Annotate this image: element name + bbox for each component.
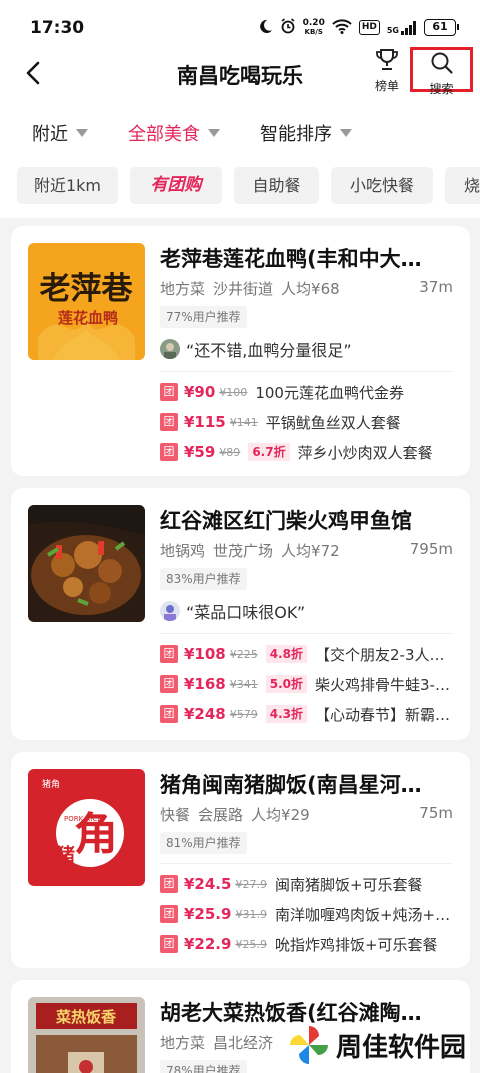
restaurant-card[interactable]: 猪角 角 猪 PORK RICE 猪角闽南猪脚饭(南昌星河… 快餐 会展路 人均¥2… [11, 752, 470, 968]
caret-down-icon [340, 129, 352, 137]
recommend-badge: 78%用户推荐 [160, 1060, 247, 1073]
restaurant-name: 红谷滩区红门柴火鸡甲鱼馆 [160, 509, 412, 533]
net-speed: 0.20 KB/S [302, 17, 325, 36]
battery-icon: 61 [424, 19, 459, 36]
signal-icon: 5G [387, 20, 417, 35]
recommend-badge: 77%用户推荐 [160, 306, 247, 328]
restaurant-distance: 795m [409, 540, 453, 558]
recommend-badge: 81%用户推荐 [160, 832, 247, 854]
review-text: “菜品口味很OK” [186, 603, 306, 622]
watermark: 周佳软件园 [288, 1024, 466, 1066]
filter-nearby[interactable]: 附近 [32, 120, 88, 146]
search-icon [431, 52, 453, 74]
review-text: “还不错,血鸭分量很足” [186, 341, 352, 360]
deal-row[interactable]: 团 ¥90 ¥100 100元莲花血鸭代金券 [160, 381, 456, 403]
pinwheel-logo-icon [290, 1026, 328, 1064]
deal-row[interactable]: 团 ¥22.9 ¥25.9 吮指炸鸡排饭+可乐套餐 [160, 933, 456, 955]
wifi-icon [332, 18, 352, 37]
recommend-badge: 83%用户推荐 [160, 568, 247, 590]
divider [160, 863, 453, 864]
deal-row[interactable]: 团 ¥115 ¥141 平锅鱿鱼丝双人套餐 [160, 411, 456, 433]
trophy-icon [376, 49, 398, 70]
filter-bar: 附近 全部美食 智能排序 [0, 100, 480, 160]
page-title: 南昌吃喝玩乐 [177, 64, 303, 88]
restaurant-photo [28, 505, 145, 622]
restaurant-logo: 猪角 角 猪 PORK RICE [28, 769, 145, 886]
deal-row[interactable]: 团 ¥24.5 ¥27.9 闽南猪脚饭+可乐套餐 [160, 873, 456, 895]
restaurant-meta: 地锅鸡 世茂广场 人均¥72 [160, 542, 340, 560]
chip-bbq[interactable]: 烧烤 [445, 167, 480, 204]
restaurant-distance: 75m [419, 804, 453, 822]
deal-row[interactable]: 团 ¥25.9 ¥31.9 南洋咖喱鸡肉饭+炖汤+可… [160, 903, 456, 925]
deal-row[interactable]: 团¥108¥2254.8折【交个朋友2-3人餐】… [160, 643, 456, 665]
svg-text:老萍巷: 老萍巷 [40, 271, 133, 307]
restaurant-meta: 快餐 会展路 人均¥29 [160, 806, 310, 824]
chip-buffet[interactable]: 自助餐 [234, 167, 319, 204]
filter-nearby-label: 附近 [32, 124, 68, 145]
quick-filter-chips: 附近1km 有团购 自助餐 小吃快餐 烧烤 [0, 160, 480, 218]
deal-row[interactable]: 团¥168¥3415.0折柴火鸡排骨牛蛙3-4人… [160, 673, 456, 695]
alarm-icon [280, 18, 296, 37]
filter-smart-sort[interactable]: 智能排序 [260, 120, 352, 146]
restaurant-meta: 地方菜 沙井街道 人均¥68 [160, 280, 340, 298]
chip-nearby-1km[interactable]: 附近1km [17, 167, 118, 204]
avatar [160, 339, 180, 359]
status-time: 17:30 [30, 18, 85, 38]
status-bar: 17:30 0.20 KB/S HD 5G 61 [0, 0, 480, 52]
restaurant-name: 老萍巷莲花血鸭(丰和中大… [160, 247, 422, 271]
filter-smart-sort-label: 智能排序 [260, 124, 332, 145]
restaurant-meta: 地方菜 昌北经济 [160, 1034, 274, 1052]
avatar [160, 601, 180, 621]
caret-down-icon [208, 129, 220, 137]
rank-label: 榜单 [374, 79, 399, 93]
filter-all-food-label: 全部美食 [128, 124, 200, 145]
svg-text:莲花血鸭: 莲花血鸭 [58, 309, 118, 327]
svg-text:菜热饭香: 菜热饭香 [55, 1008, 116, 1026]
restaurant-card[interactable]: 老萍巷 莲花血鸭 老萍巷莲花血鸭(丰和中大… 地方菜 沙井街道 人均¥68 37m … [11, 226, 470, 476]
restaurant-card[interactable]: 红谷滩区红门柴火鸡甲鱼馆 地锅鸡 世茂广场 人均¥72 795m 83%用户推荐 “… [11, 488, 470, 740]
restaurant-logo: 老萍巷 莲花血鸭 [28, 243, 145, 360]
restaurant-name: 胡老大菜热饭香(红谷滩陶… [160, 1001, 422, 1025]
watermark-text: 周佳软件园 [336, 1032, 467, 1063]
filter-all-food[interactable]: 全部美食 [128, 120, 220, 146]
chip-group-buy[interactable]: 有团购 [130, 167, 222, 204]
hd-badge: HD [358, 20, 380, 35]
caret-down-icon [76, 129, 88, 137]
restaurant-name: 猪角闽南猪脚饭(南昌星河… [160, 773, 422, 797]
svg-text:猪角: 猪角 [42, 778, 60, 790]
status-icons: 0.20 KB/S HD 5G 61 [258, 17, 459, 37]
svg-text:PORK RICE: PORK RICE [64, 815, 102, 823]
divider [160, 371, 453, 372]
divider [160, 633, 453, 634]
review-snippet: “还不错,血鸭分量很足” [160, 337, 352, 361]
deal-row[interactable]: 团 ¥248 ¥579 4.3折 【心动春节】新霸王… [160, 703, 456, 725]
search-button[interactable]: 搜索 [410, 47, 473, 96]
review-snippet: “菜品口味很OK” [160, 599, 305, 623]
svg-text:猪: 猪 [56, 844, 75, 866]
rank-button[interactable]: 榜单 [370, 48, 404, 94]
deal-row[interactable]: 团 ¥59 ¥89 6.7折 萍乡小炒肉双人套餐 [160, 441, 456, 463]
restaurant-distance: 37m [419, 278, 453, 296]
chip-snacks[interactable]: 小吃快餐 [331, 167, 433, 204]
top-nav: 南昌吃喝玩乐 榜单 搜索 [0, 47, 480, 100]
restaurant-photo: 菜热饭香 [28, 997, 145, 1073]
moon-icon [258, 19, 273, 37]
search-label: 搜索 [429, 82, 454, 96]
